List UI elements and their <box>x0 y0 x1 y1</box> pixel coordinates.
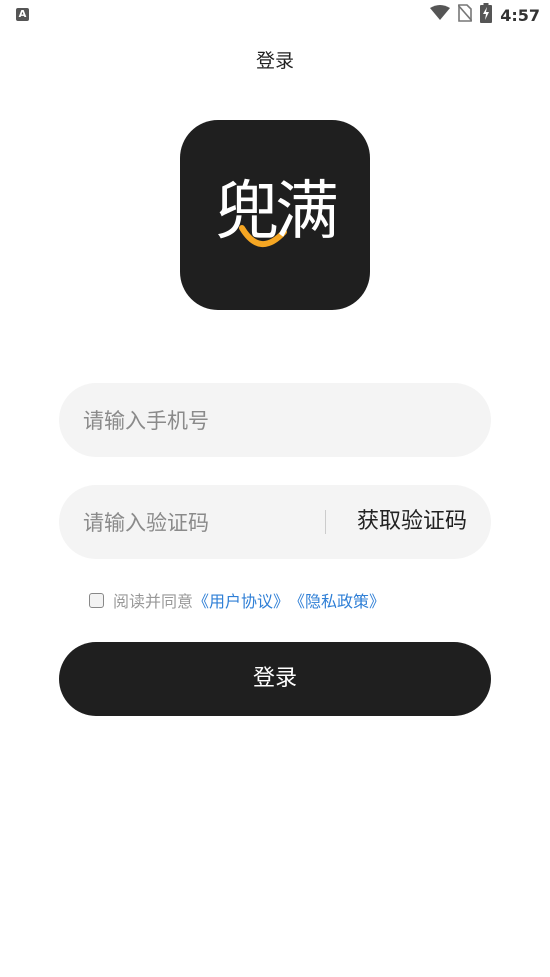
app-logo: 兜满 <box>180 120 370 310</box>
no-sim-icon <box>457 4 473 26</box>
phone-input[interactable] <box>81 383 475 459</box>
status-time: 4:57 <box>500 5 540 25</box>
login-button[interactable]: 登录 <box>59 642 491 716</box>
get-code-button[interactable]: 获取验证码 <box>357 485 467 559</box>
status-bar: A 4:57 <box>0 0 550 30</box>
status-icons: 4:57 <box>430 3 540 27</box>
page-title: 登录 <box>255 50 294 72</box>
privacy-policy-link[interactable]: 《隐私政策》 <box>289 588 385 612</box>
login-screen: A 4:57 登录 兜满 请输入手机号 请输入验证码 获取验证码 阅读并同意 《… <box>0 0 550 977</box>
code-field: 获取验证码 <box>59 485 491 561</box>
code-input[interactable] <box>81 485 315 561</box>
logo-text: 兜满 <box>215 175 339 249</box>
agreement-row: 阅读并同意 《用户协议》 《隐私政策》 <box>89 588 385 612</box>
battery-charging-icon <box>480 3 493 27</box>
notification-icon: A <box>16 8 29 21</box>
agreement-text: 阅读并同意 <box>113 592 194 611</box>
phone-field <box>59 383 491 459</box>
wifi-icon <box>430 5 451 25</box>
code-divider <box>325 510 326 534</box>
user-agreement-link[interactable]: 《用户协议》 <box>193 588 289 612</box>
agreement-checkbox[interactable] <box>89 592 104 608</box>
